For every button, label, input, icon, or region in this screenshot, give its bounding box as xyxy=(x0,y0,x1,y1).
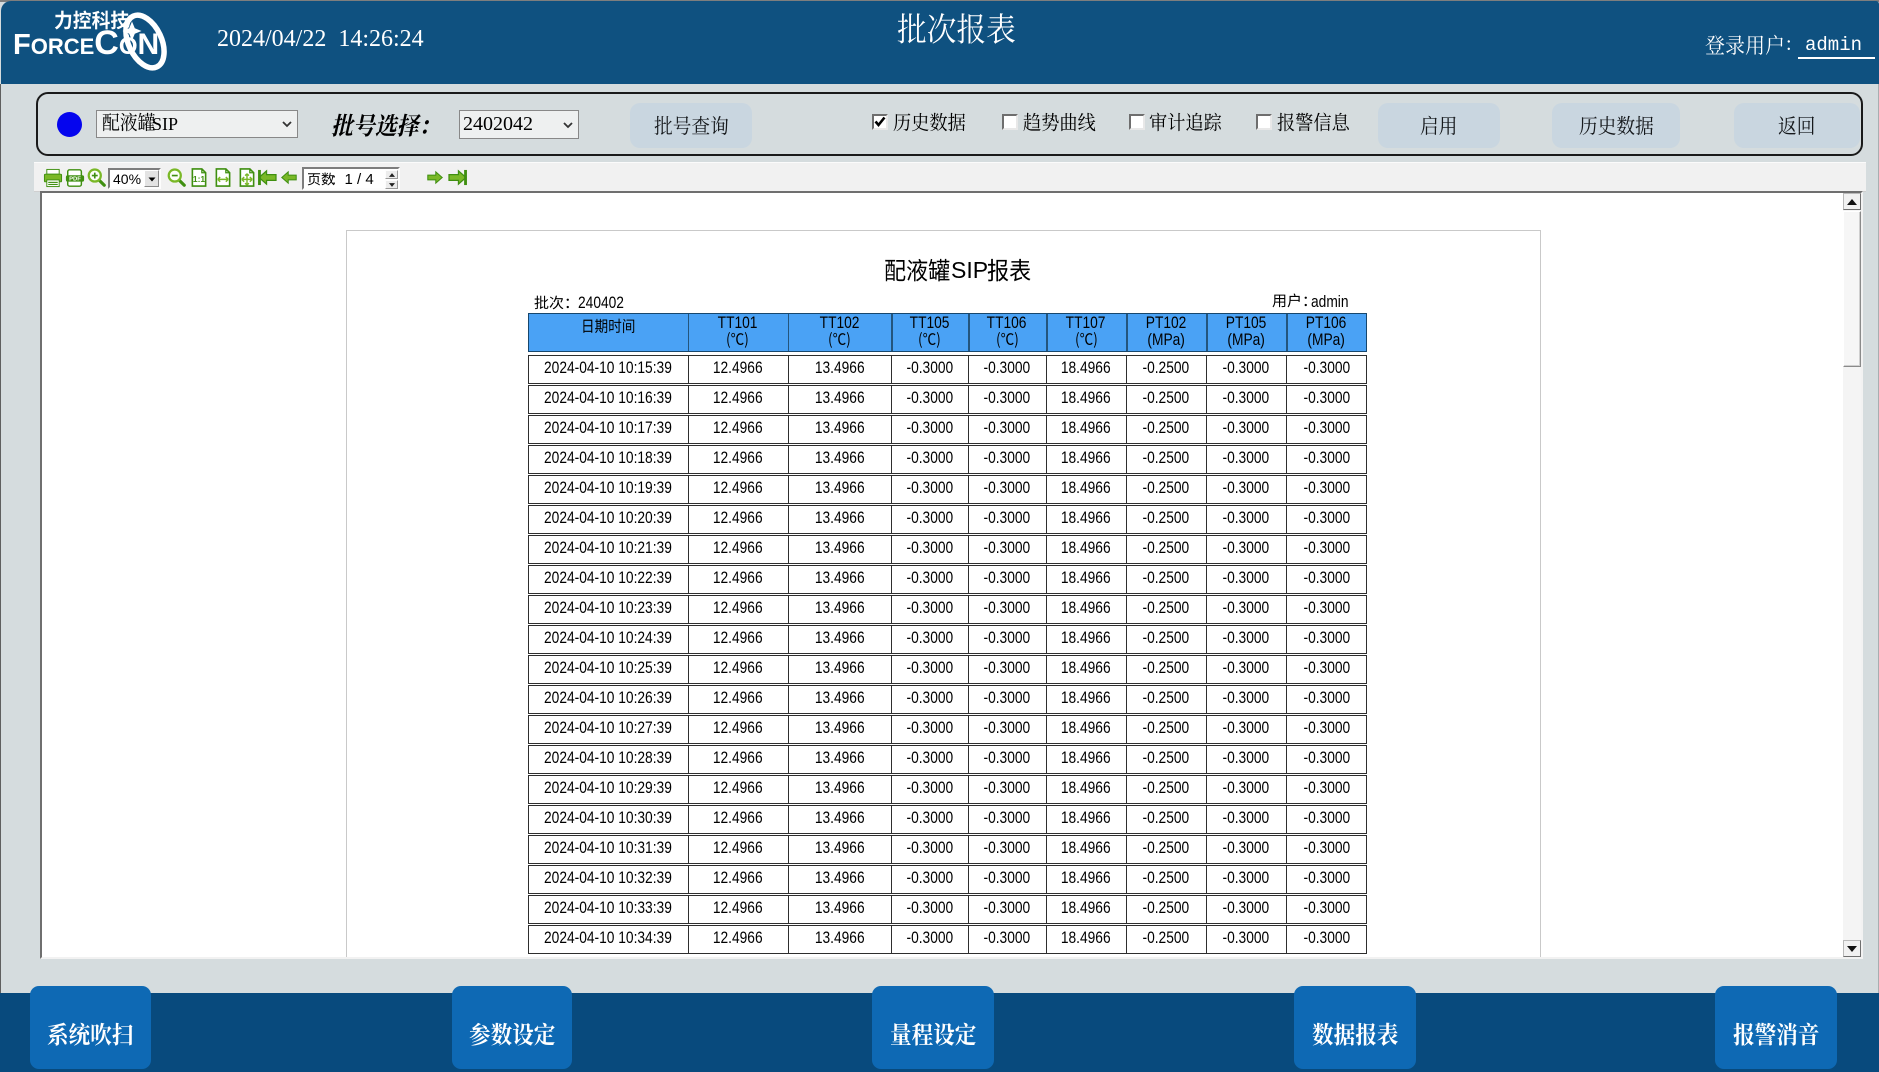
svg-text:1:1: 1:1 xyxy=(193,174,206,184)
svg-text:PDF: PDF xyxy=(69,177,81,183)
